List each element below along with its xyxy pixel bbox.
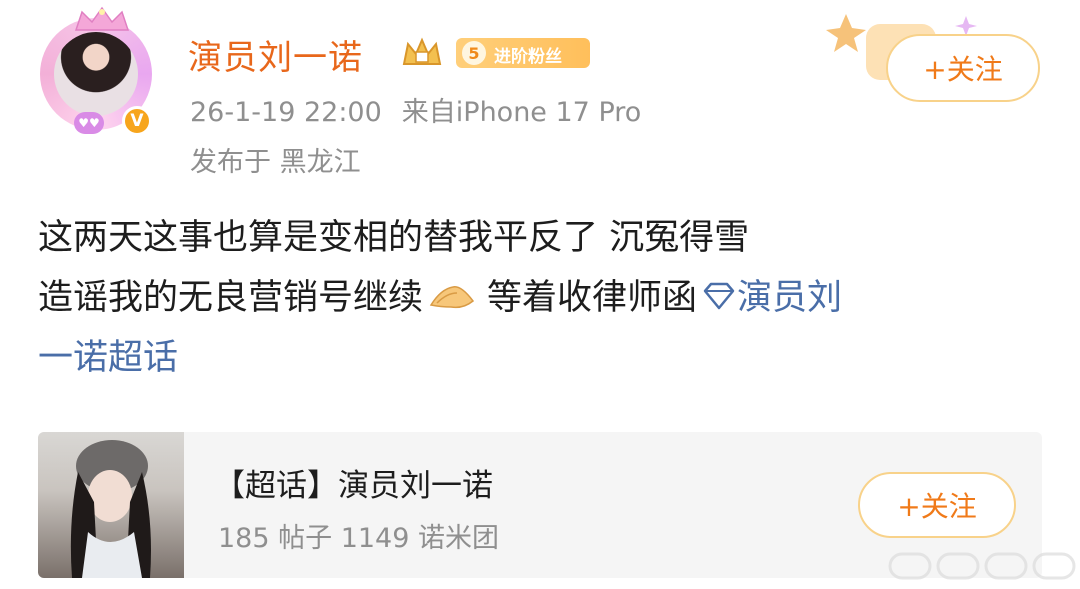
username[interactable]: 演员刘一诺 bbox=[188, 30, 363, 79]
topic-cover-figure bbox=[70, 440, 151, 578]
post-content: 这两天这事也算是变相的替我平反了 沉冤得雪 造谣我的无良营销号继续 等着收律师函… bbox=[38, 208, 1038, 388]
topic-link-part-1[interactable]: 演员刘 bbox=[737, 278, 842, 318]
heart-icon: ♥♥ bbox=[74, 112, 104, 134]
topic-link-part-2[interactable]: 一诺超话 bbox=[38, 328, 1038, 388]
post-line-2: 造谣我的无良营销号继续 等着收律师函 演员刘 bbox=[38, 268, 1038, 328]
fan-badge-level: 5 bbox=[462, 41, 486, 65]
topic-cover-image bbox=[38, 432, 184, 578]
topic-follow-button[interactable]: +关注 bbox=[858, 472, 1016, 538]
crown-icon bbox=[74, 6, 130, 31]
pray-hands-icon bbox=[429, 286, 475, 309]
post-meta: 26-1-19 22:00 来自iPhone 17 Pro bbox=[190, 90, 641, 129]
post-line-1: 这两天这事也算是变相的替我平反了 沉冤得雪 bbox=[38, 218, 750, 258]
watermark-icon bbox=[888, 552, 1076, 580]
topic-title: 【超话】演员刘一诺 bbox=[214, 468, 493, 504]
post-line-2-ending: 等着收律师函 bbox=[487, 278, 698, 318]
verified-badge: V bbox=[122, 106, 152, 136]
post-source: 来自iPhone 17 Pro bbox=[401, 97, 642, 128]
post-time: 26-1-19 22:00 bbox=[190, 97, 382, 128]
diamond-icon bbox=[703, 282, 735, 310]
topic-stats: 185 帖子 1149 诺米团 bbox=[218, 523, 499, 554]
crown-level-icon bbox=[402, 37, 442, 65]
post-line-2-text: 造谣我的无良营销号继续 bbox=[38, 278, 424, 318]
post-location: 发布于 黑龙江 bbox=[190, 147, 361, 178]
avatar[interactable]: ♥♥ V bbox=[34, 6, 160, 138]
fan-badge-text: 进阶粉丝 bbox=[494, 47, 562, 67]
fan-badge[interactable]: 5 进阶粉丝 bbox=[456, 38, 590, 68]
follow-button[interactable]: +关注 bbox=[886, 34, 1040, 102]
avatar-photo bbox=[54, 32, 138, 116]
